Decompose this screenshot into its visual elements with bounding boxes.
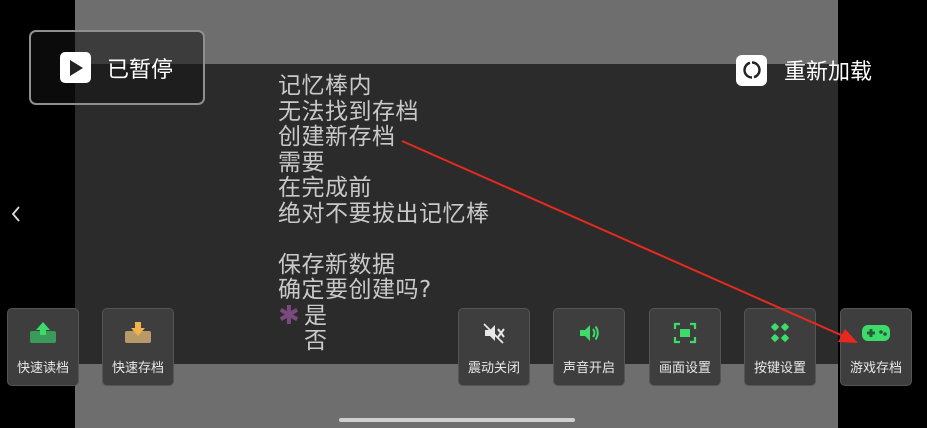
speaker-icon: [574, 321, 604, 345]
pause-label: 已暂停: [107, 57, 174, 83]
dialog-line: 确定要创建吗?: [278, 277, 432, 303]
screen-settings-button[interactable]: 画面设置: [649, 308, 721, 386]
quick-load-button[interactable]: 快速读档: [7, 308, 79, 386]
dialog-line: 创建新存档: [278, 124, 396, 150]
game-save-button[interactable]: 游戏存档: [840, 308, 912, 386]
gamepad-icon: [861, 321, 891, 345]
dialog-line: 绝对不要拔出记忆棒: [278, 200, 490, 227]
dialog-line: 无法找到存档: [278, 98, 419, 125]
quick-save-icon: [123, 321, 153, 345]
option-no-label: 否: [304, 328, 328, 354]
reload-icon: [736, 54, 767, 86]
game-save-label: 游戏存档: [849, 361, 902, 376]
vibration-label: 震动关闭: [467, 361, 520, 376]
pause-button[interactable]: 已暂停: [29, 30, 205, 105]
dialog-line: 需要: [278, 149, 325, 176]
chevron-left-icon[interactable]: [8, 204, 24, 224]
key-settings-button[interactable]: 按键设置: [744, 308, 816, 386]
quick-load-label: 快速读档: [16, 361, 69, 376]
option-yes-label: 是: [304, 302, 328, 329]
quick-load-icon: [28, 321, 58, 345]
vibration-off-icon: [479, 321, 509, 345]
dpad-icon: [765, 321, 795, 345]
sound-button[interactable]: 声音开启: [553, 308, 625, 386]
dialog-line: 保存新数据: [278, 251, 396, 278]
vibration-button[interactable]: 震动关闭: [458, 308, 530, 386]
dialog-line: 记忆棒内: [278, 73, 372, 99]
screen-settings-label: 画面设置: [658, 361, 711, 376]
home-indicator[interactable]: [339, 418, 575, 422]
quick-save-button[interactable]: 快速存档: [102, 308, 174, 386]
quick-save-label: 快速存档: [111, 361, 164, 376]
play-icon: [60, 52, 91, 83]
reload-label: 重新加载: [784, 60, 873, 85]
key-settings-label: 按键设置: [753, 361, 806, 376]
selector-star-icon: ✱: [278, 300, 301, 331]
sound-label: 声音开启: [562, 361, 615, 376]
reload-button[interactable]: 重新加载: [736, 54, 872, 86]
screen-icon: [670, 321, 700, 345]
dialog-line: 在完成前: [278, 175, 372, 201]
